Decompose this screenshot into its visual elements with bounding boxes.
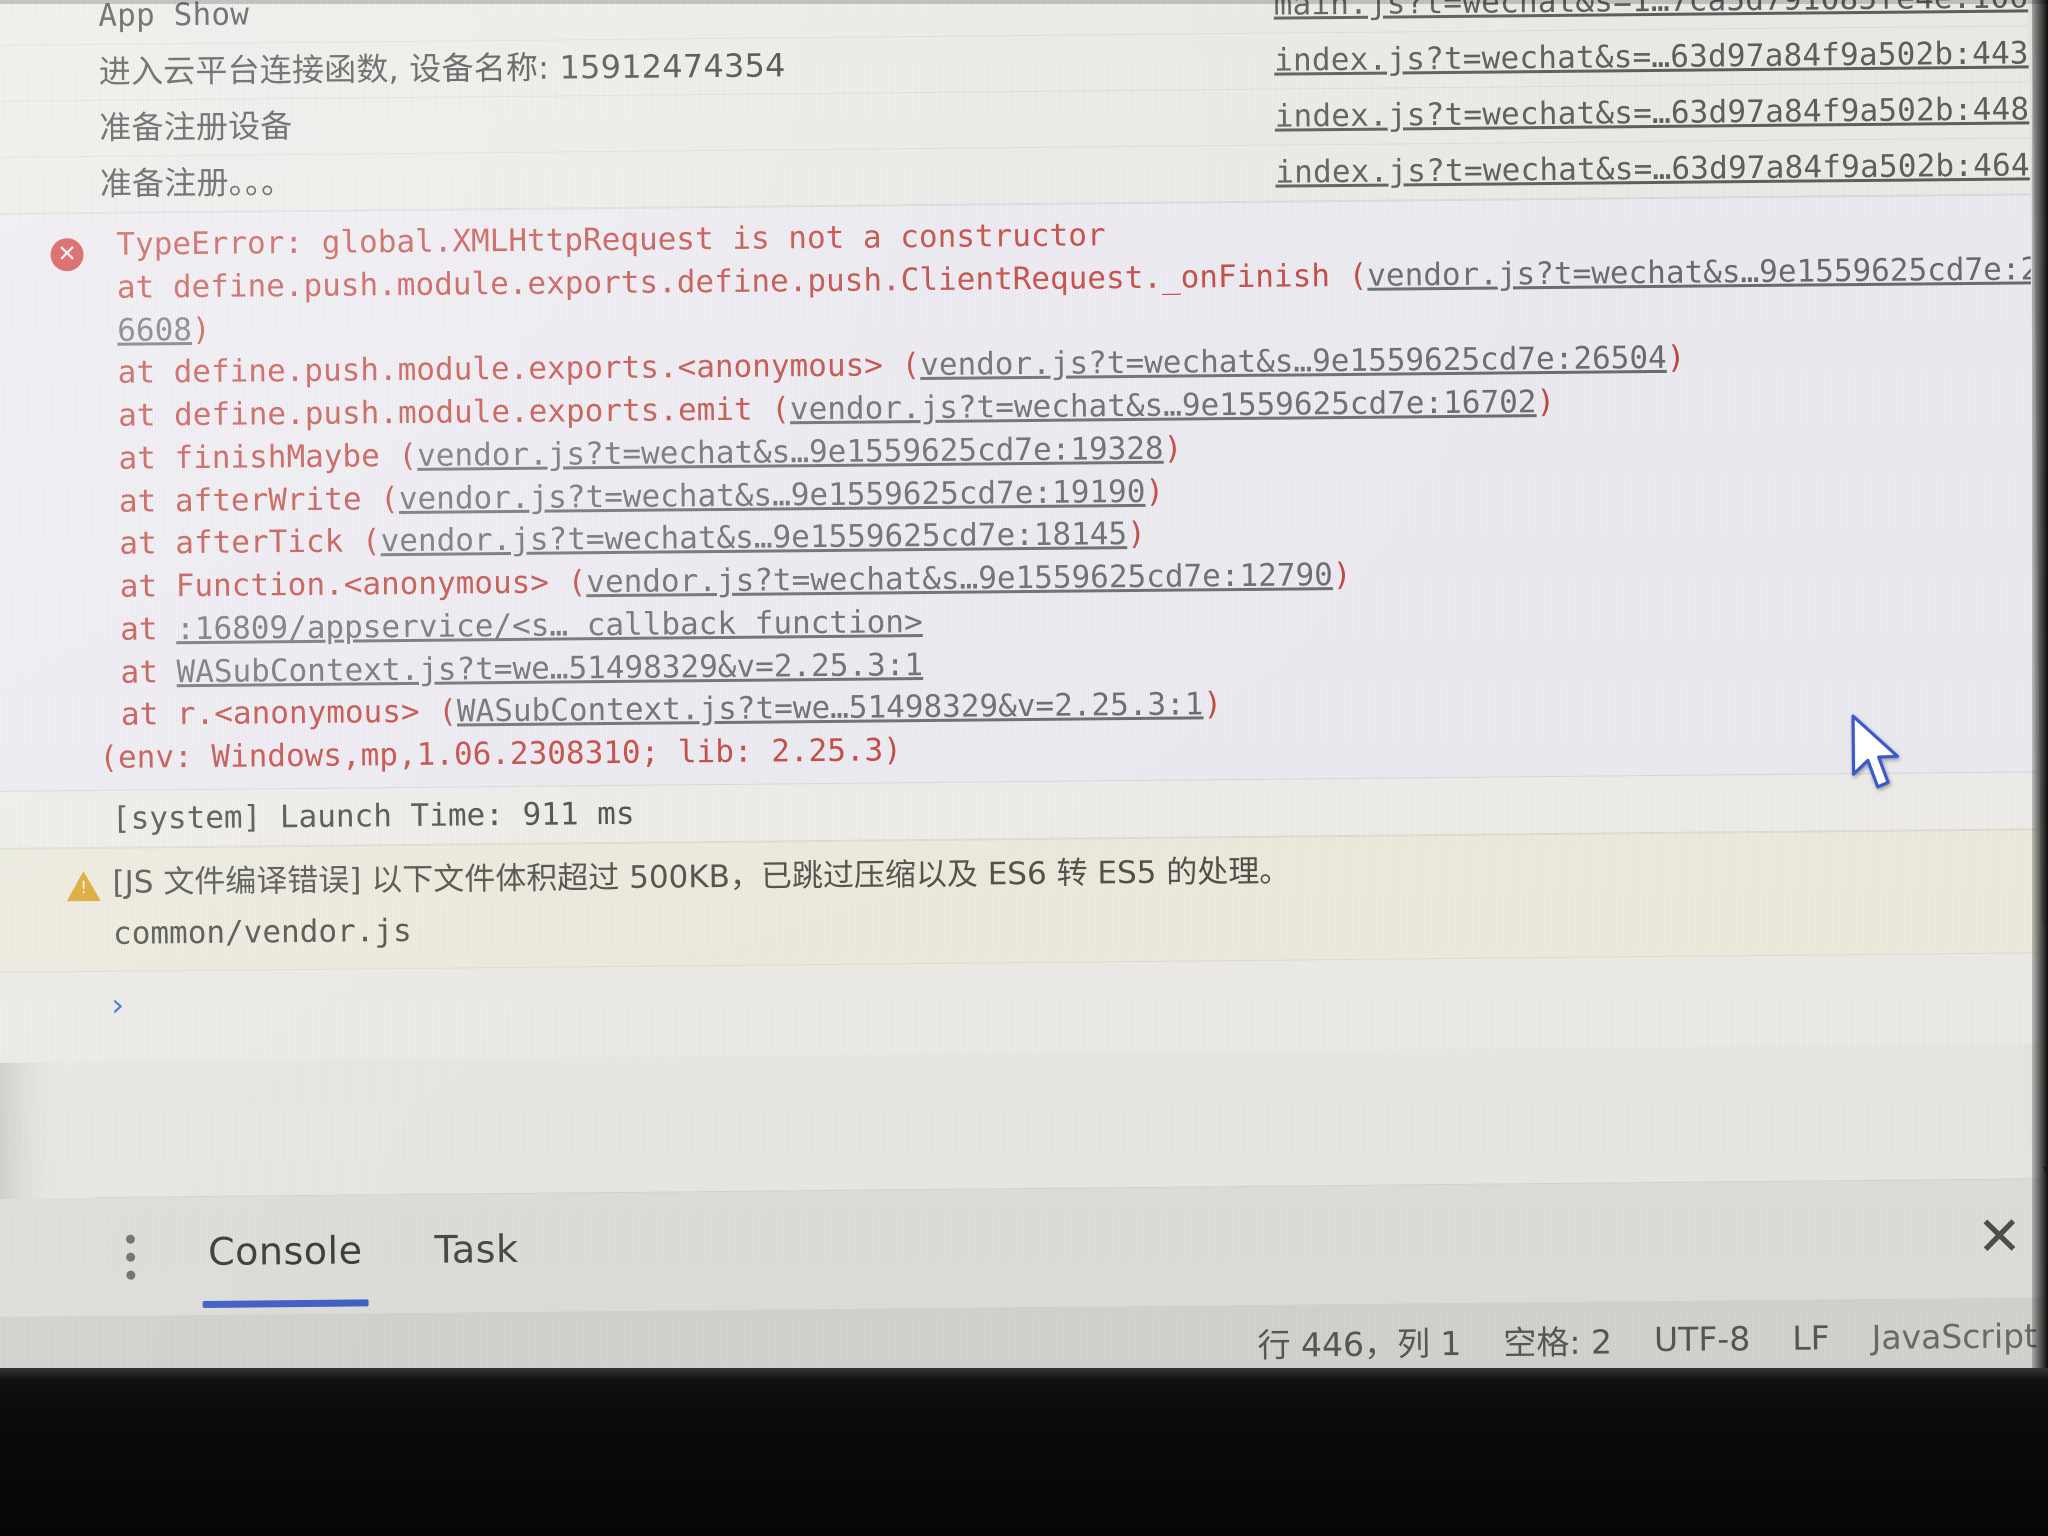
stack-link[interactable]: vendor.js?t=wechat&s…9e1559625cd7e:16702	[790, 384, 1537, 427]
stack-link[interactable]: WASubContext.js?t=we…51498329&v=2.25.3:1	[176, 647, 923, 690]
stack-tail: )	[1126, 516, 1146, 553]
tab-console-label: Console	[207, 1228, 363, 1274]
stack-tail: )	[1536, 384, 1556, 421]
warning-triangle-icon: !	[66, 870, 101, 902]
tab-task[interactable]: Task	[434, 1227, 519, 1280]
close-panel-icon[interactable]: ✕	[1977, 1205, 2023, 1268]
stack-tail: )	[1203, 686, 1223, 723]
devtools-console-panel: App Show main.js?t=wechat&s=1…7ca5d79108…	[0, 0, 2048, 1393]
stack-link[interactable]: vendor.js?t=wechat&s…9e1559625cd7e:18145	[380, 516, 1127, 559]
status-language-mode[interactable]: JavaScript	[1871, 1316, 2037, 1357]
stack-link[interactable]: vendor.js?t=wechat&s…9e1559625cd7e:19190	[399, 473, 1146, 516]
stack-text: at	[120, 653, 177, 691]
stack-tail: )	[191, 311, 211, 348]
warning-message-block[interactable]: ! [JS 文件编译错误] 以下文件体积超过 500KB，已跳过压缩以及 ES6…	[0, 828, 2048, 973]
error-circle-x-icon: ✕	[50, 238, 84, 272]
stack-text: at define.push.module.exports.emit (	[117, 391, 791, 434]
monitor-bezel-bottom	[0, 1368, 2048, 1536]
console-tabbar: Console Task ✕	[0, 1178, 2048, 1317]
stack-tail: )	[1666, 340, 1686, 377]
stack-text: at afterTick (	[119, 523, 381, 563]
log-source-link[interactable]: index.js?t=wechat&s=…63d97a84f9a502b:448	[1275, 90, 2030, 137]
stack-text: at define.push.module.exports.define.pus…	[116, 257, 1368, 306]
stack-link[interactable]: WASubContext.js?t=we…51498329&v=2.25.3:1	[457, 687, 1204, 730]
screen-area: App Show main.js?t=wechat&s=1…7ca5d79108…	[0, 0, 2048, 1393]
log-source-link[interactable]: index.js?t=wechat&s=…63d97a84f9a502b:464	[1275, 146, 2030, 193]
status-eol[interactable]: LF	[1792, 1318, 1830, 1357]
error-icon-glyph: ✕	[57, 241, 77, 268]
status-indent[interactable]: 空格: 2	[1503, 1315, 1612, 1364]
screen-bezel-right	[2032, 0, 2048, 1536]
monitor-photo: App Show main.js?t=wechat&s=1…7ca5d79108…	[0, 0, 2048, 1536]
stack-text: at r.<anonymous> (	[120, 693, 458, 734]
warning-icon-glyph: !	[80, 878, 88, 899]
status-cursor-position[interactable]: 行 446，列 1	[1257, 1317, 1461, 1367]
error-message-block[interactable]: ✕ TypeError: global.XMLHttpRequest is no…	[0, 194, 2048, 792]
console-prompt-chevron-icon: ›	[107, 985, 128, 1024]
screen-bezel-top	[0, 0, 2048, 4]
tab-task-label: Task	[434, 1226, 519, 1272]
stack-link[interactable]: vendor.js?t=wechat&s…9e1559625cd7e:19328	[417, 431, 1164, 474]
stack-text: at define.push.module.exports.<anonymous…	[117, 347, 921, 392]
stack-text: at finishMaybe (	[118, 437, 418, 477]
stack-text: at Function.<anonymous> (	[119, 564, 587, 605]
stack-text: at afterWrite (	[118, 480, 400, 520]
log-message: App Show	[98, 0, 250, 34]
stack-link[interactable]: vendor.js?t=wechat&s…9e1559625cd7e:12790	[586, 557, 1333, 600]
stack-link[interactable]: vendor.js?t=wechat&s…9e1559625cd7e:26504	[920, 340, 1667, 383]
system-log-text: [system] Launch Time: 911 ms	[111, 795, 635, 837]
stack-tail: )	[1145, 473, 1165, 510]
stack-text: at	[119, 611, 177, 648]
stack-link[interactable]: :16809/appservice/<s… callback function>	[176, 604, 923, 647]
log-message: 准备注册。。。	[99, 163, 294, 203]
status-encoding[interactable]: UTF-8	[1654, 1319, 1751, 1359]
log-message: 进入云平台连接函数, 设备名称: 15912474354	[98, 46, 786, 91]
log-message: 准备注册设备	[99, 107, 293, 147]
stack-tail: )	[1332, 557, 1352, 594]
kebab-menu-icon[interactable]	[124, 1234, 136, 1280]
tab-console[interactable]: Console	[208, 1228, 363, 1281]
stack-tail: )	[1163, 430, 1183, 467]
log-source-link[interactable]: index.js?t=wechat&s=…63d97a84f9a502b:443	[1274, 34, 2029, 81]
